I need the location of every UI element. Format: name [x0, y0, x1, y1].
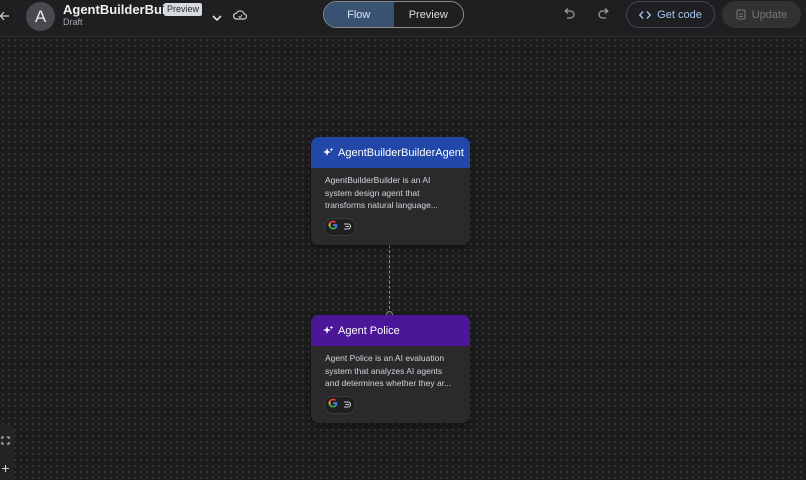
get-code-label: Get code: [657, 8, 702, 21]
fit-view-button[interactable]: [1, 432, 10, 450]
cloud-icon: [233, 10, 248, 20]
undo-icon: [564, 8, 575, 19]
title-dropdown-button[interactable]: [212, 9, 222, 27]
node-title: AgentBuilderBuilderAgent: [338, 146, 464, 159]
node-description: Agent Police is an AI evaluation system …: [325, 353, 452, 388]
top-bar: A AgentBuilderBui... Preview Draft Flow …: [0, 0, 806, 37]
undo-button[interactable]: [562, 7, 576, 26]
canvas-controls: [0, 424, 14, 480]
update-label: Update: [751, 8, 788, 21]
chevron-down-icon: [212, 15, 222, 22]
agent-node-builder[interactable]: AgentBuilderBuilderAgent AgentBuilderBui…: [311, 137, 470, 245]
preview-badge: Preview: [164, 3, 203, 16]
node-header: Agent Police: [311, 315, 470, 346]
fit-view-icon: [1, 436, 10, 445]
node-title: Agent Police: [338, 324, 400, 337]
node-tools[interactable]: [324, 217, 356, 236]
tab-flow[interactable]: Flow: [324, 2, 394, 27]
upload-icon: [736, 9, 746, 20]
connector-icon: [344, 223, 352, 230]
node-header: AgentBuilderBuilderAgent: [311, 137, 470, 168]
agent-title: AgentBuilderBui...: [63, 2, 177, 17]
update-button[interactable]: Update: [722, 1, 801, 28]
agent-node-police[interactable]: Agent Police Agent Police is an AI evalu…: [311, 315, 470, 423]
zoom-in-button[interactable]: [1, 460, 10, 478]
zoom-in-icon: [2, 465, 9, 472]
view-toggle: Flow Preview: [323, 1, 464, 28]
back-arrow-icon: [0, 11, 9, 21]
draft-status: Draft: [63, 17, 83, 27]
back-button[interactable]: [0, 8, 12, 24]
google-icon: [328, 220, 338, 233]
flow-edge: [389, 240, 390, 314]
redo-icon: [598, 8, 609, 19]
redo-button[interactable]: [597, 7, 611, 26]
tab-preview[interactable]: Preview: [394, 2, 464, 27]
get-code-button[interactable]: Get code: [626, 1, 715, 28]
sparkle-icon: [323, 147, 334, 156]
sparkle-icon: [323, 325, 334, 334]
save-status-button[interactable]: [233, 8, 248, 26]
code-icon: [639, 10, 652, 19]
google-icon: [328, 398, 338, 411]
node-tools[interactable]: [324, 395, 356, 414]
node-description: AgentBuilderBuilder is an AI system desi…: [325, 175, 438, 210]
connector-icon: [344, 401, 352, 408]
avatar[interactable]: A: [26, 2, 55, 31]
